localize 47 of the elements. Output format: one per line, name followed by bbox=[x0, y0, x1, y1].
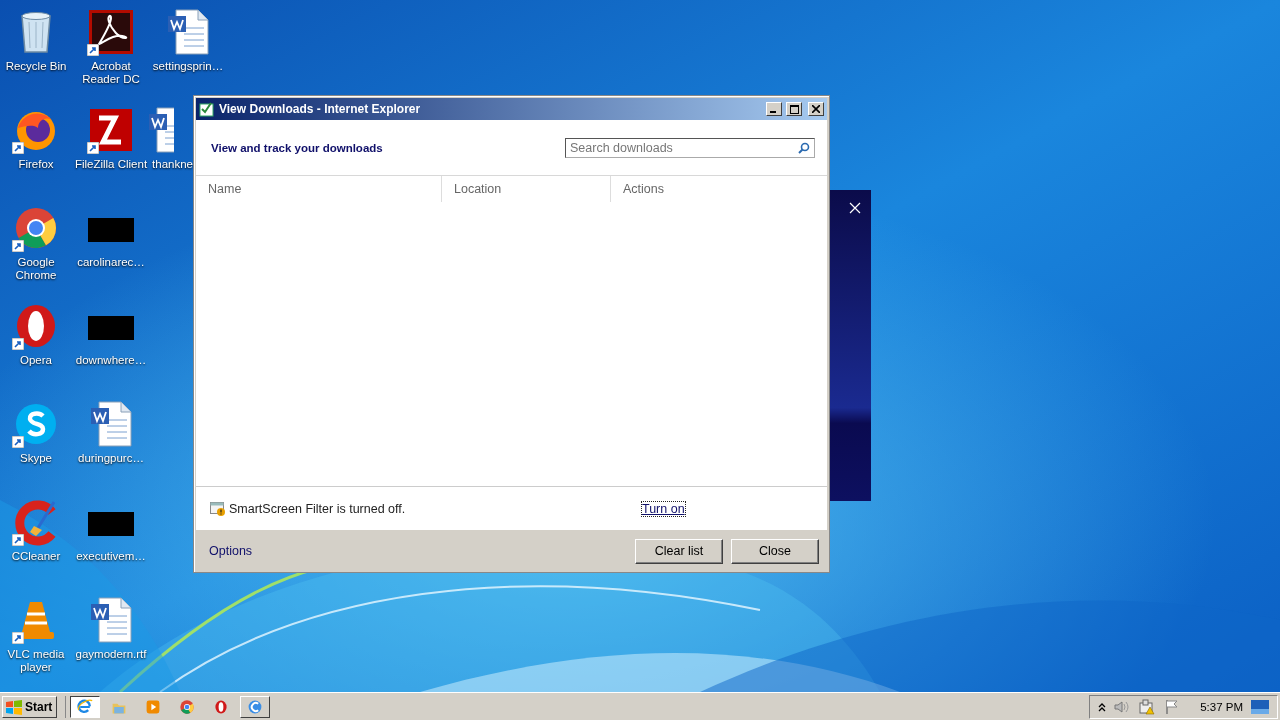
maximize-button[interactable] bbox=[786, 102, 802, 116]
download-window-icon bbox=[199, 101, 215, 117]
close-icon bbox=[812, 105, 820, 113]
chevron-up-icon[interactable] bbox=[1098, 701, 1107, 712]
icon-label: CCleaner bbox=[11, 550, 61, 563]
icon-label: Opera bbox=[20, 354, 52, 367]
windows-logo-icon bbox=[5, 698, 23, 715]
start-button[interactable]: Start bbox=[2, 695, 58, 718]
panel-heading: View and track your downloads bbox=[211, 141, 383, 154]
pdf-icon[interactable] bbox=[87, 8, 135, 56]
dialog-button[interactable]: Clear list bbox=[635, 538, 723, 564]
icon-label: carolinarec… bbox=[77, 256, 145, 269]
icon-label: executivem… bbox=[76, 550, 146, 563]
close-button[interactable] bbox=[808, 102, 824, 116]
network-warning-icon[interactable] bbox=[1138, 698, 1157, 715]
column-header[interactable]: Actions bbox=[610, 176, 827, 202]
icon-label: FileZilla Client bbox=[74, 158, 148, 171]
close-icon[interactable] bbox=[849, 202, 861, 214]
dialog-button[interactable]: Close bbox=[731, 538, 819, 564]
icon-label: settingsprin… bbox=[152, 60, 224, 73]
shield-warning-icon bbox=[210, 501, 226, 516]
turn-on-link[interactable]: Turn on bbox=[642, 501, 685, 516]
search-field[interactable]: Search downloads bbox=[565, 137, 815, 158]
column-header[interactable]: Location bbox=[441, 176, 610, 202]
column-header[interactable]: Name bbox=[196, 176, 441, 202]
icon-label: Recycle Bin bbox=[5, 60, 67, 73]
icon-label: Firefox bbox=[18, 158, 54, 171]
browser-e-icon bbox=[77, 697, 94, 716]
options-link[interactable]: Options bbox=[209, 544, 627, 558]
filezilla-icon[interactable] bbox=[87, 106, 135, 154]
chrome-icon bbox=[179, 697, 196, 716]
icon-label: Skype bbox=[20, 452, 52, 465]
taskbar-app[interactable] bbox=[70, 695, 101, 718]
icon-label: gaymodern.rtf bbox=[75, 648, 147, 661]
clock[interactable]: 5:37 PM bbox=[1200, 700, 1243, 713]
icon-label: thankne bbox=[152, 158, 193, 171]
minimize-button[interactable] bbox=[766, 102, 782, 116]
search-icon bbox=[798, 141, 810, 154]
icon-label: duringpurc… bbox=[78, 452, 144, 465]
icon-label: VLC media player bbox=[6, 648, 66, 674]
maximize-icon bbox=[789, 104, 799, 114]
icon-label: Acrobat Reader DC bbox=[81, 60, 141, 86]
icon-label: downwhere… bbox=[75, 354, 147, 367]
show-desktop-icon[interactable] bbox=[1251, 699, 1269, 714]
icon-label: Google Chrome bbox=[14, 256, 58, 282]
window-title: View Downloads - Internet Explorer bbox=[219, 102, 422, 116]
smartscreen-message: SmartScreen Filter is turned off. bbox=[229, 501, 407, 516]
